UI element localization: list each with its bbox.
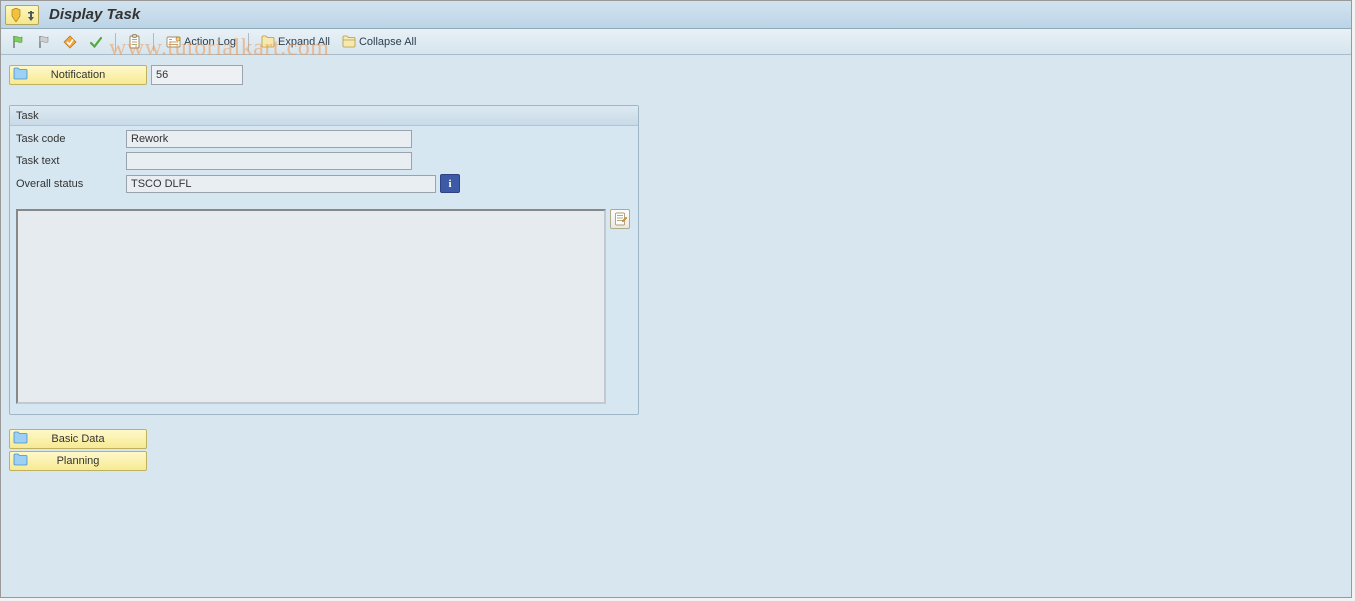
task-groupbox-title: Task xyxy=(10,106,638,126)
flag-grey-icon[interactable] xyxy=(33,32,55,52)
folder-icon xyxy=(13,67,28,83)
save-as-variant-icon[interactable] xyxy=(5,5,39,25)
planning-label: Planning xyxy=(57,455,100,467)
info-icon: i xyxy=(448,178,451,190)
expand-all-label: Expand All xyxy=(278,36,330,48)
task-code-field[interactable]: Rework xyxy=(126,130,412,148)
task-text-label: Task text xyxy=(16,155,126,167)
overall-status-field[interactable]: TSCO DLFL xyxy=(126,175,436,193)
flag-green-icon[interactable] xyxy=(7,32,29,52)
screen-body: Notification 56 Task Task code Rework Ta… xyxy=(1,55,1351,481)
check-orange-icon[interactable] xyxy=(59,32,81,52)
document-edit-icon xyxy=(614,212,627,226)
long-text-editor-button[interactable] xyxy=(610,209,630,229)
notification-label: Notification xyxy=(51,69,105,81)
overall-status-label: Overall status xyxy=(16,178,126,190)
notification-number-field[interactable]: 56 xyxy=(151,65,243,85)
separator xyxy=(115,33,116,51)
action-log-button[interactable]: Action Log xyxy=(162,32,240,52)
basic-data-button[interactable]: Basic Data xyxy=(9,429,147,449)
app-window: Display Task Action Log Expand All xyxy=(0,0,1352,598)
clipboard-icon[interactable] xyxy=(124,32,145,52)
status-info-button[interactable]: i xyxy=(440,174,460,193)
page-title: Display Task xyxy=(49,6,140,23)
separator xyxy=(153,33,154,51)
expand-all-button[interactable]: Expand All xyxy=(257,32,334,52)
folder-icon xyxy=(13,453,28,469)
task-text-field[interactable] xyxy=(126,152,412,170)
planning-button[interactable]: Planning xyxy=(9,451,147,471)
collapse-all-label: Collapse All xyxy=(359,36,416,48)
application-toolbar: Action Log Expand All Collapse All xyxy=(1,29,1351,55)
notification-button[interactable]: Notification xyxy=(9,65,147,85)
basic-data-label: Basic Data xyxy=(51,433,104,445)
action-log-label: Action Log xyxy=(184,36,236,48)
task-code-label: Task code xyxy=(16,133,126,145)
long-text-area[interactable] xyxy=(16,209,606,404)
task-groupbox: Task Task code Rework Task text Overall … xyxy=(9,105,639,415)
collapse-all-button[interactable]: Collapse All xyxy=(338,32,420,52)
folder-icon xyxy=(13,431,28,447)
title-bar: Display Task xyxy=(1,1,1351,29)
separator xyxy=(248,33,249,51)
check-green-icon[interactable] xyxy=(85,32,107,52)
